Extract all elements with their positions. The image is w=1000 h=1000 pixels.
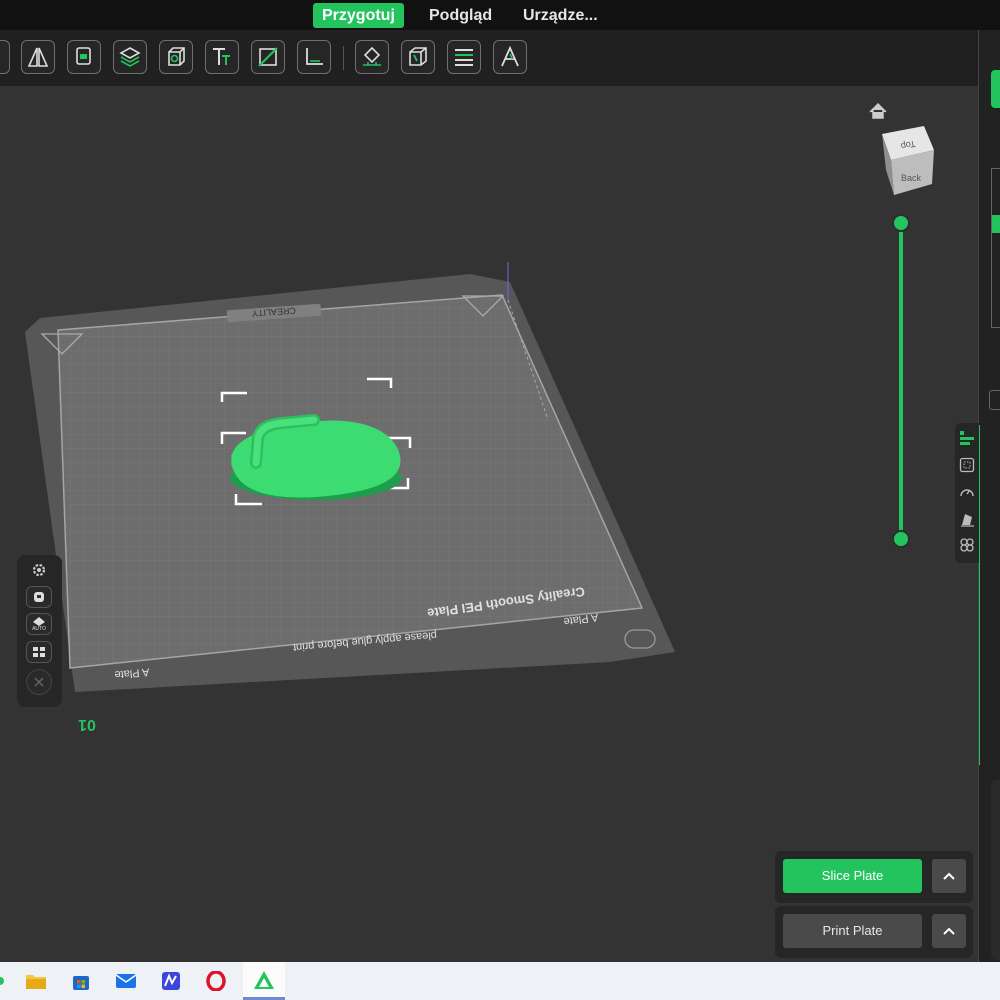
plate-tools-bar: AUTO bbox=[17, 555, 62, 707]
creality-print-icon[interactable] bbox=[243, 962, 285, 1000]
layer-slider-bottom-handle[interactable] bbox=[892, 530, 910, 548]
mail-icon[interactable] bbox=[107, 962, 145, 1000]
layer-slider-track[interactable] bbox=[899, 222, 903, 538]
build-plate-scene[interactable]: CREALITY Creality Smooth PEI Plate pleas… bbox=[0, 86, 978, 962]
view-cube-back-label: Back bbox=[901, 173, 922, 183]
toolbar-divider bbox=[343, 46, 344, 70]
top-bar: Przygotuj Podgląd Urządze... bbox=[0, 0, 1000, 30]
assembly-text-icon[interactable] bbox=[493, 40, 527, 74]
right-panel-settings-area bbox=[979, 425, 1000, 765]
settings-gear-icon[interactable] bbox=[26, 559, 52, 581]
orient-icon[interactable] bbox=[26, 586, 52, 608]
slice-plate-box: Slice Plate bbox=[775, 851, 973, 903]
cube-paint-icon[interactable] bbox=[401, 40, 435, 74]
right-panel-green-button[interactable] bbox=[991, 70, 1000, 108]
toolbar-partial-icon[interactable] bbox=[0, 40, 10, 74]
view-cube[interactable]: Top Back bbox=[866, 100, 946, 200]
right-panel-field[interactable] bbox=[989, 390, 1000, 410]
app-m-icon[interactable] bbox=[152, 962, 190, 1000]
plate-number: 01 bbox=[78, 716, 96, 733]
cut-icon[interactable] bbox=[251, 40, 285, 74]
right-panel-bottom-section bbox=[991, 780, 1000, 960]
tab-podglad[interactable]: Podgląd bbox=[420, 3, 501, 28]
plate-layout-icon[interactable] bbox=[26, 641, 52, 663]
opera-browser-icon[interactable] bbox=[197, 962, 235, 1000]
chevron-up-icon bbox=[943, 927, 955, 935]
right-panel-selected-row[interactable] bbox=[992, 215, 1000, 233]
infill-tab-icon[interactable] bbox=[958, 456, 976, 474]
others-tab-icon[interactable] bbox=[958, 536, 976, 554]
settings-side-tabs bbox=[955, 423, 979, 563]
support-tab-icon[interactable] bbox=[958, 510, 976, 528]
store-icon[interactable] bbox=[62, 962, 100, 1000]
arrange-icon[interactable] bbox=[67, 40, 101, 74]
tab-przygotuj[interactable]: Przygotuj bbox=[313, 3, 404, 28]
print-plate-box: Print Plate bbox=[775, 906, 973, 958]
home-icon[interactable] bbox=[869, 102, 887, 119]
close-icon[interactable] bbox=[26, 669, 52, 695]
tab-urzadzenie[interactable]: Urządze... bbox=[514, 3, 607, 28]
print-plate-button[interactable]: Print Plate bbox=[783, 914, 922, 948]
mirror-icon[interactable] bbox=[21, 40, 55, 74]
file-explorer-icon[interactable] bbox=[17, 962, 55, 1000]
os-taskbar bbox=[0, 962, 1000, 1000]
speed-tab-icon[interactable] bbox=[958, 483, 976, 501]
text-icon[interactable] bbox=[205, 40, 239, 74]
taskbar-status-dot-icon bbox=[0, 977, 4, 985]
auto-arrange-button[interactable]: AUTO bbox=[26, 613, 52, 635]
measure-icon[interactable] bbox=[297, 40, 331, 74]
layers-icon[interactable] bbox=[447, 40, 481, 74]
box-icon[interactable] bbox=[159, 40, 193, 74]
split-layers-icon[interactable] bbox=[113, 40, 147, 74]
model-hook[interactable] bbox=[230, 414, 402, 500]
quality-tab-icon[interactable] bbox=[958, 429, 976, 447]
right-settings-panel bbox=[978, 30, 1000, 962]
slice-expand-button[interactable] bbox=[932, 859, 966, 893]
auto-label: AUTO bbox=[32, 625, 46, 632]
support-paint-icon[interactable] bbox=[355, 40, 389, 74]
right-panel-list[interactable] bbox=[991, 168, 1000, 328]
chevron-up-icon bbox=[943, 872, 955, 880]
slice-plate-button[interactable]: Slice Plate bbox=[783, 859, 922, 893]
print-expand-button[interactable] bbox=[932, 914, 966, 948]
layer-slider-top-handle[interactable] bbox=[892, 214, 910, 232]
